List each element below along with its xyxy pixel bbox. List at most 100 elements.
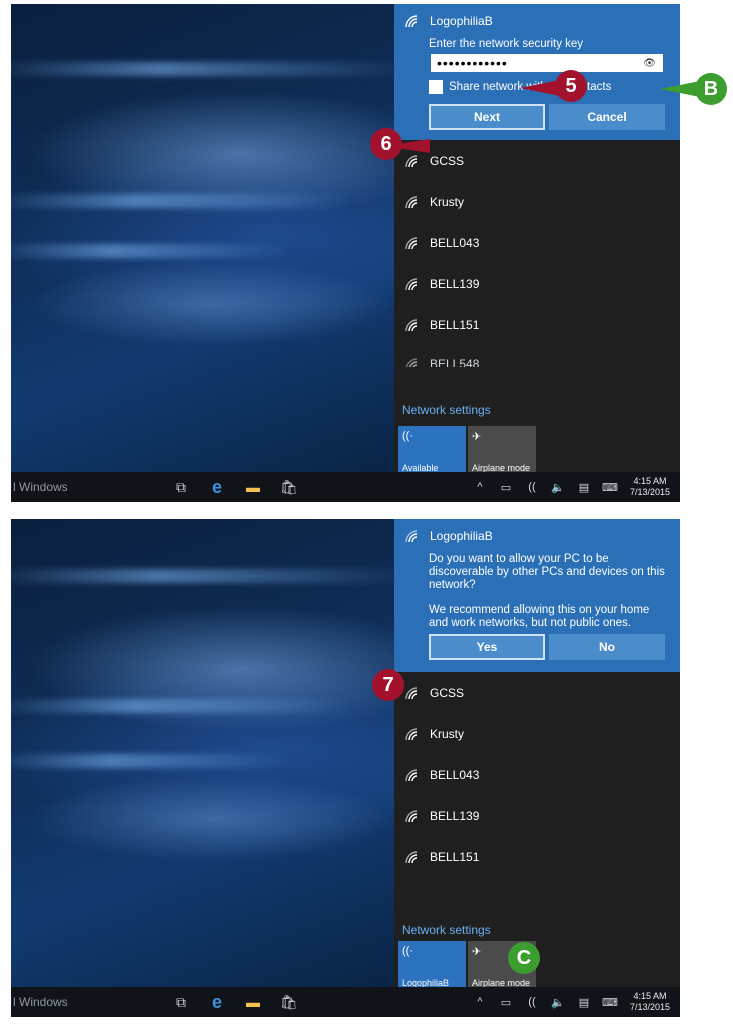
file-explorer-icon[interactable]: ▬	[235, 472, 271, 502]
network-name: LogophiliaB	[430, 529, 493, 543]
action-center-icon[interactable]: ▤	[572, 987, 596, 1017]
callout-5: 5	[555, 70, 587, 102]
active-network-row[interactable]: LogophiliaB	[404, 10, 670, 32]
network-flyout: LogophiliaB Enter the network security k…	[394, 4, 680, 476]
share-network-option[interactable]: Share network with my contacts	[429, 80, 670, 94]
network-label: BELL139	[430, 808, 480, 823]
airplane-mode-tile[interactable]: ✈ Airplane mode	[468, 426, 536, 476]
network-settings-link[interactable]: Network settings	[402, 403, 491, 417]
system-tray: ^ ▭ (( 🔈 ▤ ⌨ 4:15 AM 7/13/2015	[468, 987, 680, 1017]
search-box[interactable]: l Windows	[11, 480, 161, 494]
network-label: BELL043	[430, 767, 480, 782]
network-label: Krusty	[430, 194, 465, 209]
network-settings-link[interactable]: Network settings	[402, 923, 491, 937]
reveal-password-icon[interactable]: 👁	[643, 58, 657, 69]
network-item-bell151[interactable]: BELL151	[394, 836, 680, 877]
cancel-button[interactable]: Cancel	[549, 104, 665, 130]
network-label: BELL139	[430, 276, 480, 291]
volume-icon[interactable]: 🔈	[546, 472, 570, 502]
wallpaper-light-beam	[11, 244, 291, 258]
task-view-icon[interactable]: ⧉	[163, 472, 199, 502]
taskbar-apps: ⧉ e ▬ 🛍	[163, 472, 307, 502]
wifi-icon: ((·	[402, 945, 413, 957]
taskbar: l Windows ⧉ e ▬ 🛍 ^ ▭ (( 🔈 ▤ ⌨ 4:15 AM 7…	[11, 987, 680, 1017]
keyboard-icon[interactable]: ⌨	[598, 472, 622, 502]
next-button[interactable]: Next	[429, 104, 545, 130]
edge-icon[interactable]: e	[199, 472, 235, 502]
wifi-icon	[405, 530, 418, 543]
network-list: GCSS Krusty BELL043 BELL139 BELL151	[394, 672, 680, 877]
battery-icon[interactable]: ▭	[494, 987, 518, 1017]
clock-date: 7/13/2015	[629, 487, 670, 497]
file-explorer-icon[interactable]: ▬	[235, 987, 271, 1017]
network-label: BELL043	[430, 235, 480, 250]
wallpaper-light-beam	[11, 194, 351, 208]
network-item-bell139[interactable]: BELL139	[394, 795, 680, 836]
action-center-icon[interactable]: ▤	[572, 472, 596, 502]
clock-date: 7/13/2015	[629, 1002, 670, 1012]
edge-icon[interactable]: e	[199, 987, 235, 1017]
keyboard-icon[interactable]: ⌨	[598, 987, 622, 1017]
network-item-bell043[interactable]: BELL043	[394, 222, 680, 263]
taskbar: l Windows ⧉ e ▬ 🛍 ^ ▭ (( 🔈 ▤ ⌨ 4:15 AM 7…	[11, 472, 680, 502]
network-item-bell139[interactable]: BELL139	[394, 263, 680, 304]
wifi-tile[interactable]: ((· LogophiliaB	[398, 941, 466, 991]
battery-icon[interactable]: ▭	[494, 472, 518, 502]
wifi-tile[interactable]: ((· Available	[398, 426, 466, 476]
chevron-up-icon[interactable]: ^	[468, 987, 492, 1017]
wallpaper-light-beam	[11, 754, 291, 768]
share-checkbox[interactable]	[429, 80, 443, 94]
wifi-icon	[405, 195, 418, 208]
clock-time: 4:15 AM	[633, 476, 667, 486]
network-label: GCSS	[430, 153, 465, 168]
wallpaper-light-beam	[11, 62, 411, 76]
search-box[interactable]: l Windows	[11, 995, 161, 1009]
network-flyout: LogophiliaB Do you want to allow your PC…	[394, 519, 680, 991]
callout-7: 7	[372, 669, 404, 701]
clock[interactable]: 4:15 AM 7/13/2015	[624, 991, 676, 1013]
wifi-icon	[405, 358, 418, 367]
store-icon[interactable]: 🛍	[271, 472, 307, 502]
active-network-row[interactable]: LogophiliaB	[404, 525, 670, 547]
wifi-icon: ((·	[402, 430, 413, 442]
network-item-bell548[interactable]: BELL548	[394, 345, 680, 367]
wifi-icon	[405, 318, 418, 331]
task-view-icon[interactable]: ⧉	[163, 987, 199, 1017]
taskbar-apps: ⧉ e ▬ 🛍	[163, 987, 307, 1017]
store-icon[interactable]: 🛍	[271, 987, 307, 1017]
yes-button[interactable]: Yes	[429, 634, 545, 660]
wallpaper-light-beam	[11, 569, 411, 583]
discoverable-question: Do you want to allow your PC to be disco…	[429, 553, 665, 591]
network-item-bell151[interactable]: BELL151	[394, 304, 680, 345]
callout-6: 6	[370, 128, 402, 160]
callout-c: C	[508, 942, 540, 974]
network-item-krusty[interactable]: Krusty	[394, 713, 680, 754]
active-network-panel: LogophiliaB Do you want to allow your PC…	[394, 519, 680, 672]
share-label: Share network with my contacts	[449, 81, 612, 93]
clock[interactable]: 4:15 AM 7/13/2015	[624, 476, 676, 498]
network-label: GCSS	[430, 685, 465, 700]
network-item-gcss[interactable]: GCSS	[394, 140, 680, 181]
network-item-krusty[interactable]: Krusty	[394, 181, 680, 222]
button-row: Next Cancel	[429, 104, 670, 130]
callout-b: B	[695, 73, 727, 105]
button-row: Yes No	[429, 634, 670, 660]
network-name: LogophiliaB	[430, 14, 493, 28]
wifi-icon	[405, 768, 418, 781]
wifi-icon	[405, 154, 418, 167]
password-field[interactable]: •••••••••••• 👁	[429, 52, 665, 74]
clock-time: 4:15 AM	[633, 991, 667, 1001]
password-mask: ••••••••••••	[437, 55, 508, 71]
no-button[interactable]: No	[549, 634, 665, 660]
wifi-icon	[405, 15, 418, 28]
volume-icon[interactable]: 🔈	[546, 987, 570, 1017]
wifi-icon[interactable]: ((	[520, 472, 544, 502]
wifi-icon	[405, 686, 418, 699]
chevron-up-icon[interactable]: ^	[468, 472, 492, 502]
network-item-bell043[interactable]: BELL043	[394, 754, 680, 795]
system-tray: ^ ▭ (( 🔈 ▤ ⌨ 4:15 AM 7/13/2015	[468, 472, 680, 502]
network-item-gcss[interactable]: GCSS	[394, 672, 680, 713]
wifi-icon[interactable]: ((	[520, 987, 544, 1017]
screenshot-discoverable-prompt: LogophiliaB Do you want to allow your PC…	[11, 519, 680, 1017]
wifi-icon	[405, 236, 418, 249]
